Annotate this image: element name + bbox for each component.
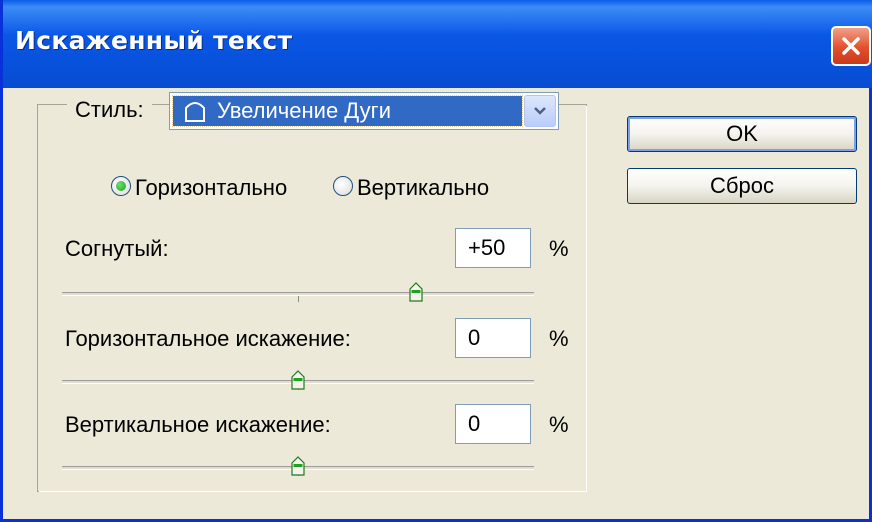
dropdown-button[interactable] xyxy=(524,95,556,127)
slider-center-tick xyxy=(298,296,299,302)
close-icon xyxy=(842,37,860,55)
vertical-distortion-unit: % xyxy=(549,412,569,437)
dialog-window: Искаженный текст Стиль: Увеличение Дуги … xyxy=(0,0,872,522)
style-label: Стиль: xyxy=(75,97,144,122)
bend-input[interactable]: +50 xyxy=(455,228,531,268)
bend-unit: % xyxy=(549,236,569,261)
chevron-down-icon xyxy=(534,107,546,115)
style-selected-value: Увеличение Дуги xyxy=(172,95,523,127)
ok-button[interactable]: OK xyxy=(627,116,857,152)
close-button[interactable] xyxy=(831,26,871,66)
style-legend: Стиль: xyxy=(67,90,152,130)
radio-horizontal-label[interactable]: Горизонтально xyxy=(135,175,287,201)
arc-shape-icon xyxy=(185,102,205,122)
horizontal-distortion-label: Горизонтальное искажение: xyxy=(65,326,351,351)
style-selected-text: Увеличение Дуги xyxy=(217,98,391,123)
radio-vertical-label[interactable]: Вертикально xyxy=(357,175,489,201)
title-bar[interactable]: Искаженный текст xyxy=(3,0,872,88)
vertical-distortion-label: Вертикальное искажение: xyxy=(65,412,331,437)
slider-thumb[interactable] xyxy=(409,282,423,302)
bend-value: +50 xyxy=(468,235,506,260)
radio-selected-dot xyxy=(116,181,126,191)
horizontal-distortion-unit: % xyxy=(549,326,569,351)
window-title: Искаженный текст xyxy=(15,26,293,55)
style-select[interactable]: Увеличение Дуги xyxy=(169,92,559,130)
bend-label: Согнутый: xyxy=(65,236,169,261)
vertical-distortion-value: 0 xyxy=(468,411,481,436)
horizontal-distortion-value: 0 xyxy=(468,325,481,350)
reset-button[interactable]: Сброс xyxy=(627,168,857,204)
radio-horizontal[interactable] xyxy=(111,176,131,196)
radio-vertical[interactable] xyxy=(333,176,353,196)
slider-thumb[interactable] xyxy=(291,456,305,476)
vertical-distortion-input[interactable]: 0 xyxy=(455,404,531,444)
slider-thumb[interactable] xyxy=(291,370,305,390)
horizontal-distortion-input[interactable]: 0 xyxy=(455,318,531,358)
